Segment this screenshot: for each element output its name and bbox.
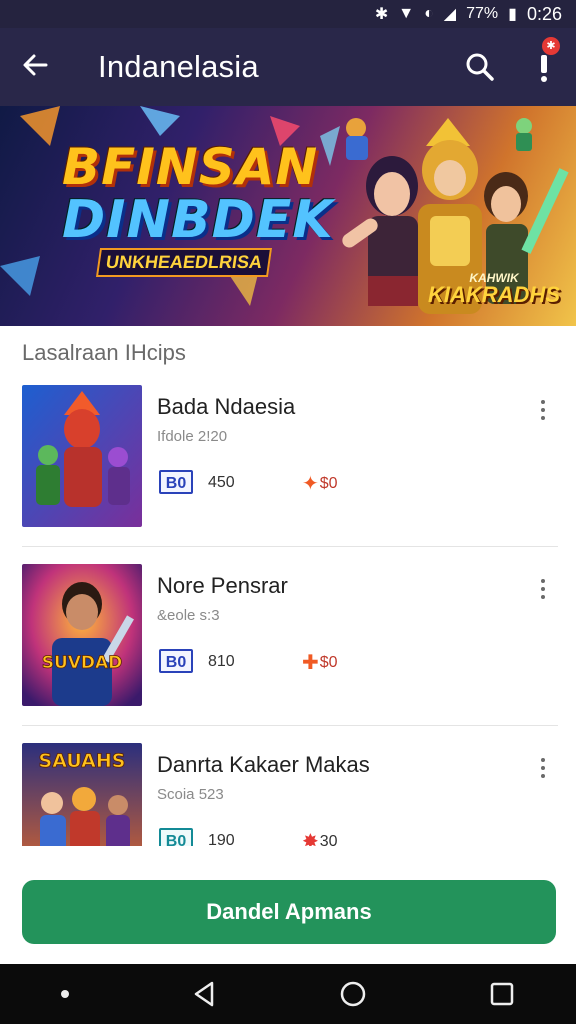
reward-value: $0 bbox=[319, 474, 338, 492]
thumbnail-art bbox=[22, 385, 142, 527]
wifi-icon: ▼ bbox=[398, 5, 415, 22]
assistant-dot[interactable] bbox=[60, 990, 69, 998]
notification-badge: ✱ bbox=[542, 37, 560, 55]
data-saver-icon: ◐ bbox=[424, 5, 434, 22]
item-count: 190 bbox=[208, 832, 235, 846]
reward-icon: ✦ bbox=[302, 473, 319, 495]
bottom-action-area: Dandel Apmans bbox=[0, 864, 576, 964]
battery-icon: ▮ bbox=[508, 6, 517, 23]
game-list: Bada Ndaesia Ifdole 2!20 B0 450 ✦ $0 SUVD… bbox=[0, 368, 576, 846]
item-reward: ✸ 30 bbox=[302, 829, 338, 846]
more-options-button[interactable] bbox=[536, 398, 550, 422]
thumbnail-caption: SAUAHS bbox=[39, 750, 126, 772]
reward-value: $0 bbox=[319, 653, 338, 671]
item-badge: B0 bbox=[159, 470, 193, 494]
dot bbox=[541, 595, 545, 599]
bluetooth-icon: ✱ bbox=[374, 6, 389, 23]
list-item[interactable]: SUVDAD Nore Pensrar &eole s:3 B0 810 ✚ $0 bbox=[22, 547, 558, 726]
reward-icon: ✚ bbox=[302, 652, 319, 674]
reward-icon: ✸ bbox=[302, 831, 319, 846]
app-bar: Indanelasia ✱ bbox=[0, 28, 576, 106]
item-subtitle: Ifdole 2!20 bbox=[157, 428, 228, 445]
banner-title-line2: DINBDEK bbox=[62, 190, 334, 250]
list-item[interactable]: Bada Ndaesia Ifdole 2!20 B0 450 ✦ $0 bbox=[22, 368, 558, 547]
list-item[interactable]: SAUAHS Danrta Kakaer Makas Scoia 523 B0 … bbox=[22, 726, 558, 846]
page-title: Indanelasia bbox=[98, 49, 259, 84]
battery-level: 77% bbox=[466, 5, 499, 22]
item-count: 810 bbox=[208, 653, 235, 670]
dot bbox=[541, 408, 545, 412]
thumbnail-art: SAUAHS bbox=[22, 743, 142, 846]
item-badge: B0 bbox=[159, 649, 193, 673]
banner-logo: KAHWIK KIAKRADHS bbox=[428, 270, 560, 306]
game-thumbnail bbox=[22, 385, 142, 527]
item-title: Danrta Kakaer Makas bbox=[157, 752, 370, 777]
featured-banner[interactable]: BFINSAN DINBDEK UNKHEAEDLRISA KAHWIK KIA… bbox=[0, 106, 576, 326]
recents-nav-icon[interactable] bbox=[488, 980, 516, 1008]
item-title: Nore Pensrar bbox=[157, 573, 288, 598]
dot bbox=[541, 579, 545, 583]
status-bar: ✱ ▼ ◐ ◢ 77% ▮ 0:26 bbox=[0, 0, 576, 28]
item-reward: ✚ $0 bbox=[302, 650, 338, 675]
alert-icon bbox=[541, 55, 547, 82]
banner-title-line1: BFINSAN bbox=[62, 138, 319, 196]
game-thumbnail: SAUAHS bbox=[22, 743, 142, 846]
section-title: Lasalraan IHcips bbox=[22, 340, 186, 365]
system-nav-bar bbox=[0, 964, 576, 1024]
back-nav-icon[interactable] bbox=[190, 980, 218, 1008]
clock: 0:26 bbox=[526, 3, 562, 24]
thumbnail-art: SUVDAD bbox=[22, 564, 142, 706]
banner-subtitle: UNKHEAEDLRISA bbox=[95, 248, 273, 277]
item-reward: ✦ $0 bbox=[302, 471, 338, 496]
item-subtitle: Scoia 523 bbox=[157, 786, 224, 803]
arrow-left-icon bbox=[23, 54, 48, 75]
primary-action-button[interactable]: Dandel Apmans bbox=[22, 880, 556, 944]
item-badge: B0 bbox=[159, 828, 193, 846]
back-button[interactable] bbox=[0, 52, 70, 83]
dot bbox=[541, 400, 545, 404]
more-options-button[interactable] bbox=[536, 577, 550, 601]
dot bbox=[541, 774, 545, 778]
item-title: Bada Ndaesia bbox=[157, 394, 296, 419]
signal-icon: ◢ bbox=[443, 6, 457, 23]
dot bbox=[541, 766, 545, 770]
dot bbox=[541, 758, 545, 762]
item-subtitle: &eole s:3 bbox=[157, 607, 220, 624]
notifications-button[interactable]: ✱ bbox=[512, 37, 576, 83]
home-nav-icon[interactable] bbox=[339, 980, 367, 1008]
item-count: 450 bbox=[208, 474, 235, 491]
banner-logo-text: KIAKRADHS bbox=[428, 282, 560, 307]
game-thumbnail: SUVDAD bbox=[22, 564, 142, 706]
more-options-button[interactable] bbox=[536, 756, 550, 780]
thumbnail-caption: SUVDAD bbox=[42, 653, 123, 673]
dot bbox=[541, 587, 545, 591]
reward-value: 30 bbox=[319, 832, 338, 847]
search-button[interactable] bbox=[448, 52, 512, 82]
search-icon bbox=[466, 53, 494, 81]
dot bbox=[541, 416, 545, 420]
